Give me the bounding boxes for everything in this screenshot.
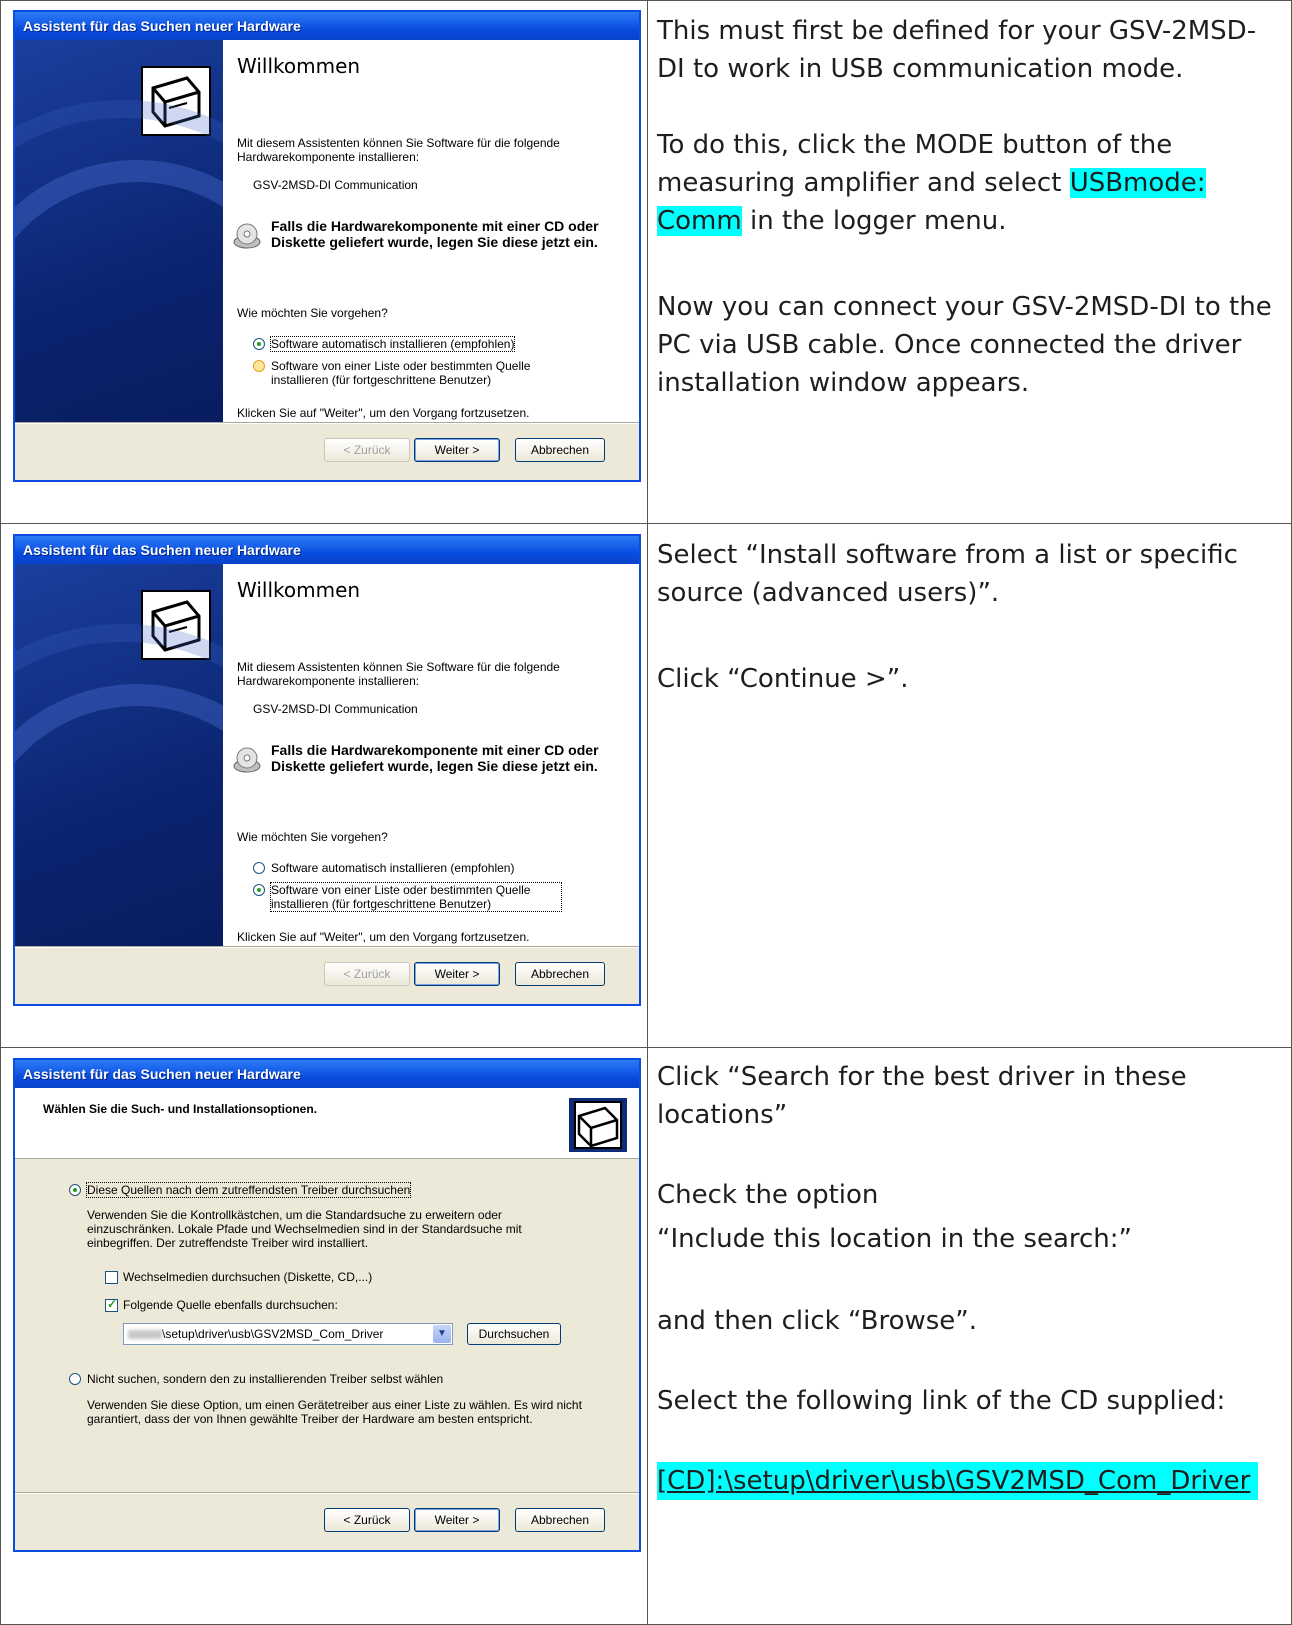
radio-search-locations-label[interactable]: Diese Quellen nach dem zutreffendsten Tr… <box>85 1182 412 1198</box>
welcome-heading: Willkommen <box>237 54 361 78</box>
radio-list-install[interactable] <box>253 360 265 372</box>
instructions-row-3: Click “Search for the best driver in the… <box>657 1058 1277 1500</box>
dialog-footer: < Zurück Weiter > Abbrechen <box>15 947 639 1004</box>
instruction-paragraph: Now you can connect your GSV-2MSD-DI to … <box>657 292 1272 398</box>
search-description: Verwenden Sie die Kontrollkästchen, um d… <box>87 1208 522 1250</box>
checkbox-include-location-label[interactable]: Folgende Quelle ebenfalls durchsuchen: <box>123 1298 338 1312</box>
instruction-paragraph: “Include this location in the search:” <box>657 1224 1133 1254</box>
radio-search-locations[interactable] <box>69 1184 81 1196</box>
manual-description: Verwenden Sie diese Option, um einen Ger… <box>87 1398 582 1426</box>
next-button[interactable]: Weiter > <box>414 962 500 986</box>
cd-notice: Falls die Hardwarekomponente mit einer C… <box>271 742 599 774</box>
instruction-text: in the logger menu. <box>741 206 1007 236</box>
check-mark-icon: ✓ <box>107 1297 118 1311</box>
cd-icon <box>233 223 261 249</box>
highlight-comm: Comm <box>657 206 742 236</box>
instruction-paragraph: Click “Search for the best driver in the… <box>657 1062 1187 1130</box>
cancel-button[interactable]: Abbrechen <box>515 1508 605 1532</box>
continue-hint: Klicken Sie auf "Weiter", um den Vorgang… <box>237 930 530 944</box>
path-combobox[interactable]: \setup\driver\usb\GSV2MSD_Com_Driver ▼ <box>123 1323 453 1345</box>
dialog-footer: < Zurück Weiter > Abbrechen <box>15 423 639 480</box>
radio-auto-install[interactable] <box>253 862 265 874</box>
cd-driver-path-link[interactable]: [CD]:\setup\driver\usb\GSV2MSD_Com_Drive… <box>657 1462 1259 1500</box>
instruction-paragraph: and then click “Browse”. <box>657 1306 978 1336</box>
cd-notice: Falls die Hardwarekomponente mit einer C… <box>271 218 599 250</box>
question-text: Wie möchten Sie vorgehen? <box>237 306 388 320</box>
next-button[interactable]: Weiter > <box>414 1508 500 1532</box>
chevron-down-icon[interactable]: ▼ <box>433 1325 451 1343</box>
back-button[interactable]: < Zurück <box>324 962 410 986</box>
instruction-paragraph: This must first be defined for your GSV-… <box>657 16 1257 84</box>
cancel-button[interactable]: Abbrechen <box>515 962 605 986</box>
radio-manual-select-label[interactable]: Nicht suchen, sondern den zu installiere… <box>87 1372 443 1386</box>
cancel-button[interactable]: Abbrechen <box>515 438 605 462</box>
radio-list-install-label[interactable]: Software von einer Liste oder bestimmten… <box>270 882 562 912</box>
instruction-paragraph: [CD]:\setup\driver\usb\GSV2MSD_Com_Drive… <box>657 1462 1277 1500</box>
table-row-divider <box>0 1047 1292 1048</box>
welcome-heading: Willkommen <box>237 578 361 602</box>
device-name: GSV-2MSD-DI Communication <box>253 702 418 716</box>
radio-list-install-label[interactable]: Software von einer Liste oder bestimmten… <box>271 359 571 387</box>
radio-auto-install-label[interactable]: Software automatisch installieren (empfo… <box>269 336 516 352</box>
hardware-icon <box>141 66 211 136</box>
table-row-divider <box>0 523 1292 524</box>
hardware-wizard-dialog-3: Assistent für das Suchen neuer Hardware … <box>13 1058 641 1552</box>
hardware-wizard-dialog-2: Assistent für das Suchen neuer Hardware … <box>13 534 641 1006</box>
radio-manual-select[interactable] <box>69 1373 81 1385</box>
instruction-paragraph: Check the option <box>657 1180 879 1210</box>
dialog-title: Assistent für das Suchen neuer Hardware <box>15 1060 639 1088</box>
table-column-divider <box>647 0 648 1625</box>
dialog-title: Assistent für das Suchen neuer Hardware <box>15 12 639 40</box>
back-button[interactable]: < Zurück <box>324 438 410 462</box>
instructions-row-1: This must first be defined for your GSV-… <box>657 12 1277 402</box>
highlight-usbmode: USBmode: <box>1069 168 1206 198</box>
instruction-paragraph: Click “Continue >”. <box>657 664 909 694</box>
radio-auto-install[interactable] <box>253 338 265 350</box>
wizard-sidebar-graphic <box>15 40 223 480</box>
dialog-footer: < Zurück Weiter > Abbrechen <box>15 1493 639 1550</box>
device-name: GSV-2MSD-DI Communication <box>253 178 418 192</box>
radio-auto-install-label[interactable]: Software automatisch installieren (empfo… <box>271 861 514 875</box>
next-button[interactable]: Weiter > <box>414 438 500 462</box>
redacted-path-prefix <box>128 1330 162 1340</box>
question-text: Wie möchten Sie vorgehen? <box>237 830 388 844</box>
continue-hint: Klicken Sie auf "Weiter", um den Vorgang… <box>237 406 530 420</box>
intro-text: Mit diesem Assistenten können Sie Softwa… <box>237 660 560 688</box>
intro-text: Mit diesem Assistenten können Sie Softwa… <box>237 136 560 164</box>
checkbox-include-location[interactable]: ✓ <box>105 1297 118 1312</box>
checkbox-removable-media-label[interactable]: Wechselmedien durchsuchen (Diskette, CD,… <box>123 1270 372 1284</box>
instruction-paragraph: Select the following link of the CD supp… <box>657 1386 1226 1416</box>
dialog-title: Assistent für das Suchen neuer Hardware <box>15 536 639 564</box>
back-button[interactable]: < Zurück <box>324 1508 410 1532</box>
checkbox-removable-media[interactable] <box>105 1271 118 1284</box>
cd-icon <box>233 747 261 773</box>
dialog-header-title: Wählen Sie die Such- und Installationsop… <box>43 1102 318 1116</box>
instruction-paragraph: To do this, click the MODE button of the… <box>657 126 1277 240</box>
table-border-top <box>0 0 1292 1</box>
dialog-header: Wählen Sie die Such- und Installationsop… <box>15 1088 639 1159</box>
table-border-left <box>0 0 1 1625</box>
hardware-icon <box>569 1098 627 1152</box>
radio-list-install[interactable] <box>253 884 265 896</box>
instructions-row-2: Select “Install software from a list or … <box>657 536 1277 698</box>
hardware-icon <box>141 590 211 660</box>
path-value: \setup\driver\usb\GSV2MSD_Com_Driver <box>162 1327 384 1341</box>
instruction-paragraph: Select “Install software from a list or … <box>657 540 1238 608</box>
wizard-sidebar-graphic <box>15 564 223 1004</box>
hardware-wizard-dialog-1: Assistent für das Suchen neuer Hardware … <box>13 10 641 482</box>
browse-button[interactable]: Durchsuchen <box>467 1323 561 1345</box>
